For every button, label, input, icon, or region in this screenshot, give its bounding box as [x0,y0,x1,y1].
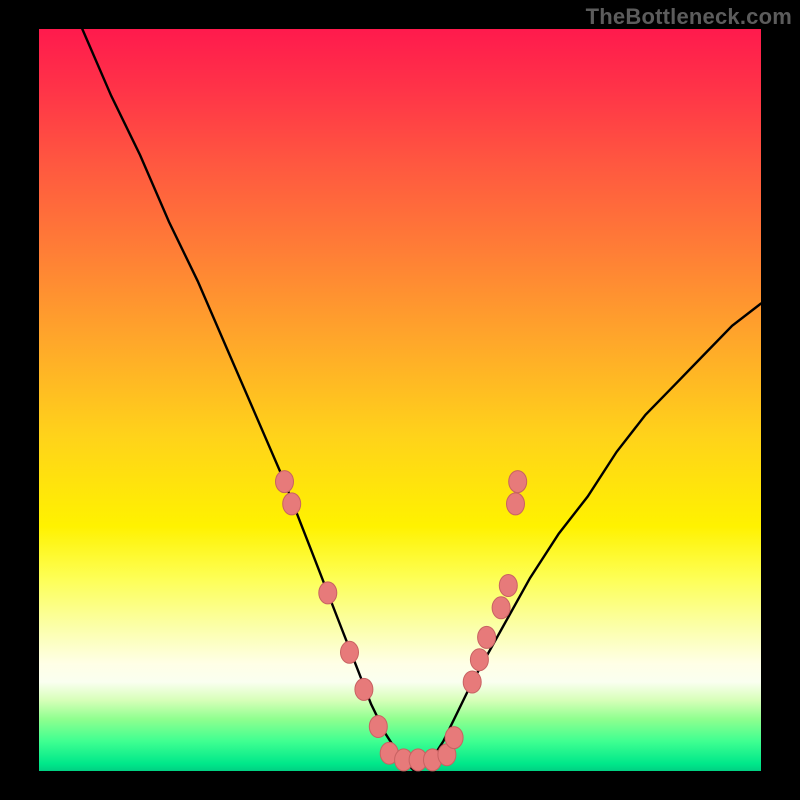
curve-layer [82,29,761,771]
curve-marker [369,716,387,738]
curve-marker [470,649,488,671]
curve-marker [283,493,301,515]
curve-marker [463,671,481,693]
curve-marker [509,471,527,493]
curve-marker [507,493,525,515]
curve-marker [478,626,496,648]
plot-area [39,29,761,771]
curve-marker [499,575,517,597]
chart-svg [39,29,761,771]
curve-marker [341,641,359,663]
bottleneck-curve [82,29,761,771]
curve-marker [492,597,510,619]
curve-marker [276,471,294,493]
outer-frame: TheBottleneck.com [0,0,800,800]
curve-marker [445,727,463,749]
watermark-text: TheBottleneck.com [586,4,792,30]
curve-marker [355,678,373,700]
curve-marker [319,582,337,604]
marker-layer [276,471,527,771]
